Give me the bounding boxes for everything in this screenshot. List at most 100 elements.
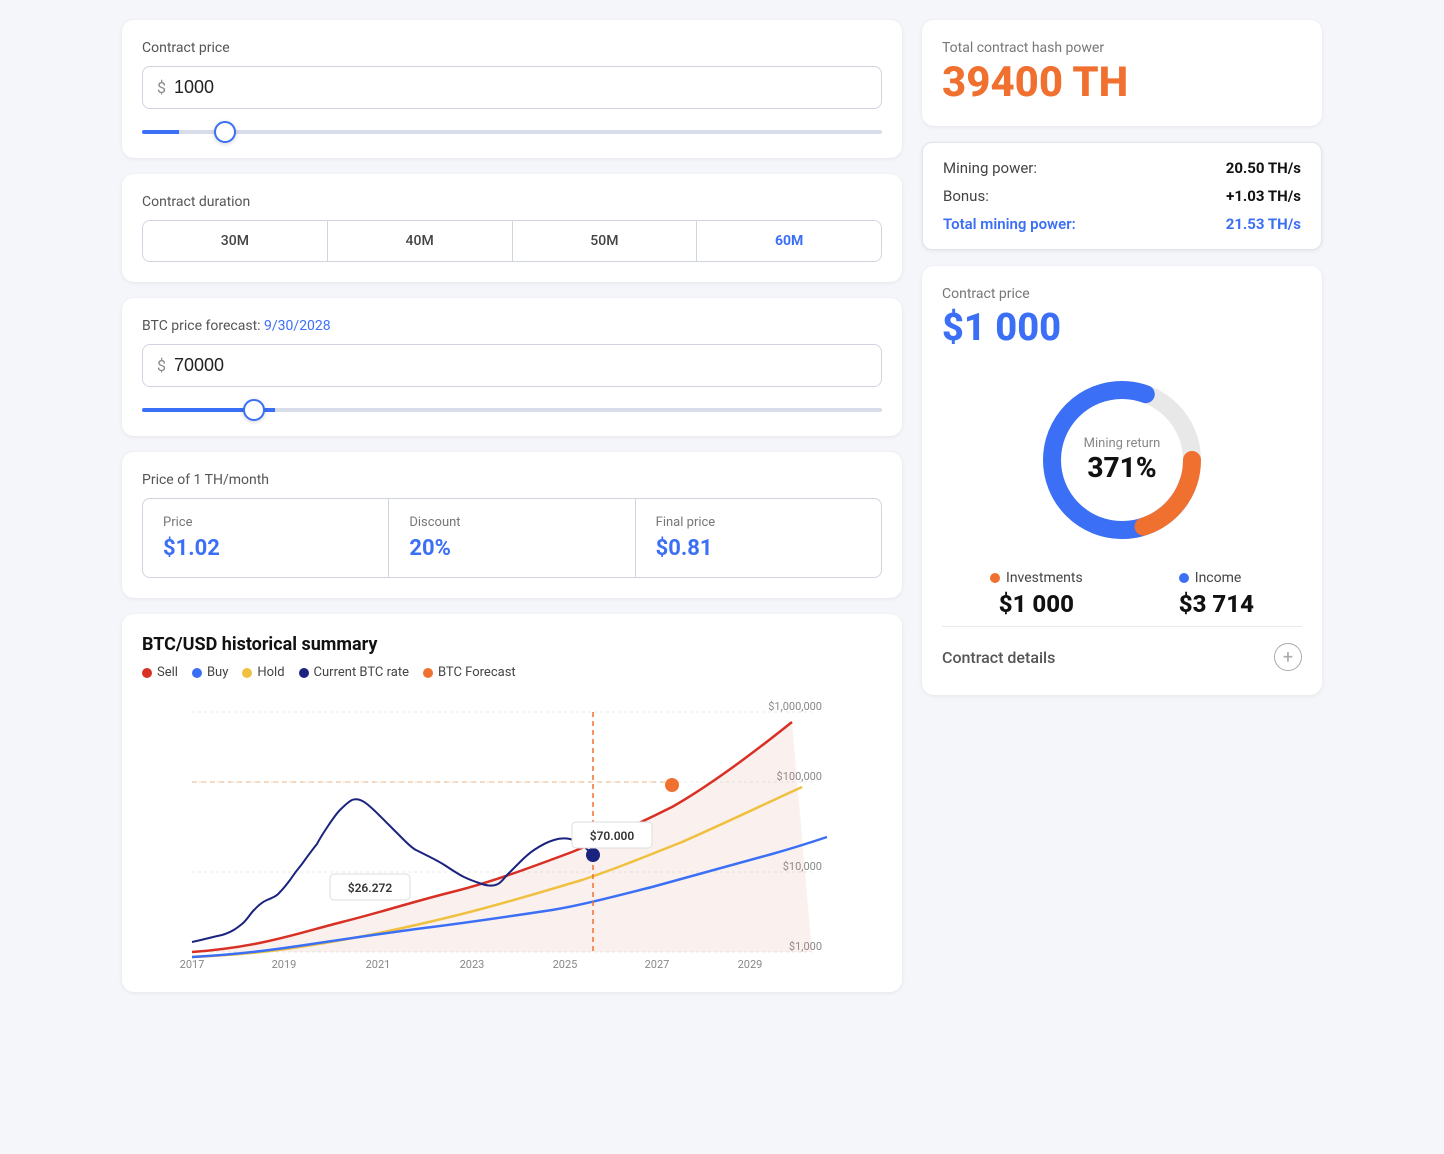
donut-center-label: Mining return xyxy=(1084,436,1161,451)
contract-duration-label: Contract duration xyxy=(142,194,882,210)
legend-btc-rate: Current BTC rate xyxy=(299,665,409,680)
right-panel: Total contract hash power 39400 TH Minin… xyxy=(922,20,1322,992)
btc-forecast-label: BTC price forecast: 9/30/2028 xyxy=(142,318,882,334)
invest-income-row: Investments $1 000 Income $3 714 xyxy=(942,570,1302,618)
chart-area: $1,000,000 $100,000 $10,000 $1,000 xyxy=(142,692,882,972)
price-th-card: Price of 1 TH/month Price $1.02 Discount… xyxy=(122,452,902,598)
contract-duration-card: Contract duration 30M 40M 50M 60M xyxy=(122,174,902,282)
donut-center-text: Mining return 371% xyxy=(1084,436,1161,484)
investments-label: Investments xyxy=(1006,570,1083,586)
duration-tabs: 30M 40M 50M 60M xyxy=(142,220,882,262)
contract-price-input[interactable] xyxy=(174,77,867,98)
price-value: $1.02 xyxy=(163,536,368,561)
btc-rate-dot xyxy=(299,668,309,678)
contract-price-right-label: Contract price xyxy=(942,286,1302,302)
contract-price-card: Contract price $ xyxy=(122,20,902,158)
price-cell-price: Price $1.02 xyxy=(143,499,389,577)
hash-power-value: 39400 TH xyxy=(942,60,1302,106)
discount-value: 20% xyxy=(409,536,614,561)
price-label: Price xyxy=(163,515,368,530)
contract-price-slider[interactable] xyxy=(142,130,882,134)
income-item: Income $3 714 xyxy=(1179,570,1254,618)
total-mining-value: 21.53 TH/s xyxy=(1226,215,1301,233)
bonus-value: +1.03 TH/s xyxy=(1226,187,1301,205)
discount-label: Discount xyxy=(409,515,614,530)
btc-currency-sign: $ xyxy=(157,356,166,375)
contract-price-right-value: $1 000 xyxy=(942,306,1302,350)
price-cell-discount: Discount 20% xyxy=(389,499,635,577)
contract-price-right-card: Contract price $1 000 Mining return 371% xyxy=(922,266,1322,695)
hash-power-label: Total contract hash power xyxy=(942,40,1302,56)
donut-center-value: 371% xyxy=(1084,451,1161,484)
mining-power-value: 20.50 TH/s xyxy=(1226,159,1301,177)
total-mining-label: Total mining power: xyxy=(943,215,1076,233)
tab-40m[interactable]: 40M xyxy=(328,221,513,261)
tab-60m[interactable]: 60M xyxy=(697,221,881,261)
investments-label-row: Investments xyxy=(990,570,1083,586)
legend-buy-label: Buy xyxy=(207,665,228,680)
main-container: Contract price $ Contract duration 30M 4… xyxy=(122,20,1322,992)
income-label-row: Income xyxy=(1179,570,1254,586)
chart-legend: Sell Buy Hold Current BTC rate BTC Forec… xyxy=(142,665,882,680)
total-mining-row: Total mining power: 21.53 TH/s xyxy=(943,215,1301,233)
btc-forecast-card: BTC price forecast: 9/30/2028 $ xyxy=(122,298,902,436)
donut-container: Mining return 371% xyxy=(942,360,1302,560)
income-dot xyxy=(1179,573,1189,583)
svg-text:2025: 2025 xyxy=(553,958,578,971)
svg-text:$26.272: $26.272 xyxy=(348,881,393,895)
svg-text:2019: 2019 xyxy=(272,958,297,971)
buy-dot xyxy=(192,668,202,678)
contract-details-row: Contract details + xyxy=(942,626,1302,675)
btc-price-slider[interactable] xyxy=(142,408,882,412)
legend-hold: Hold xyxy=(242,665,284,680)
investments-dot xyxy=(990,573,1000,583)
price-cell-final: Final price $0.81 xyxy=(636,499,881,577)
bonus-label: Bonus: xyxy=(943,187,989,205)
mining-power-label: Mining power: xyxy=(943,159,1037,177)
bonus-row: Bonus: +1.03 TH/s xyxy=(943,187,1301,205)
contract-details-expand-button[interactable]: + xyxy=(1274,643,1302,671)
svg-text:$70.000: $70.000 xyxy=(590,829,635,843)
investments-value: $1 000 xyxy=(990,590,1083,618)
contract-price-label: Contract price xyxy=(142,40,882,56)
investments-item: Investments $1 000 xyxy=(990,570,1083,618)
svg-text:2027: 2027 xyxy=(645,958,670,971)
mining-power-row: Mining power: 20.50 TH/s xyxy=(943,159,1301,177)
btc-price-input-wrapper: $ xyxy=(142,344,882,387)
svg-text:$1,000,000: $1,000,000 xyxy=(768,700,822,713)
sell-dot xyxy=(142,668,152,678)
legend-sell: Sell xyxy=(142,665,178,680)
btc-slider-wrapper xyxy=(142,397,882,416)
svg-text:2029: 2029 xyxy=(738,958,763,971)
legend-buy: Buy xyxy=(192,665,228,680)
chart-card: BTC/USD historical summary Sell Buy Hold… xyxy=(122,614,902,992)
contract-details-label: Contract details xyxy=(942,648,1055,667)
hash-power-card: Total contract hash power 39400 TH xyxy=(922,20,1322,126)
tab-50m[interactable]: 50M xyxy=(513,221,698,261)
contract-price-slider-wrapper xyxy=(142,119,882,138)
price-table: Price $1.02 Discount 20% Final price $0.… xyxy=(142,498,882,578)
chart-title: BTC/USD historical summary xyxy=(142,634,882,655)
hold-dot xyxy=(242,668,252,678)
svg-text:2023: 2023 xyxy=(460,958,485,971)
btc-price-input[interactable] xyxy=(174,355,867,376)
chart-svg: $1,000,000 $100,000 $10,000 $1,000 xyxy=(142,692,882,972)
tab-30m[interactable]: 30M xyxy=(143,221,328,261)
contract-price-input-wrapper: $ xyxy=(142,66,882,109)
legend-btc-forecast-label: BTC Forecast xyxy=(438,665,516,680)
final-price-label: Final price xyxy=(656,515,861,530)
price-th-label: Price of 1 TH/month xyxy=(142,472,882,488)
svg-text:2021: 2021 xyxy=(366,958,391,971)
svg-text:2017: 2017 xyxy=(180,958,205,971)
legend-btc-rate-label: Current BTC rate xyxy=(314,665,409,680)
btc-forecast-dot xyxy=(423,668,433,678)
currency-sign: $ xyxy=(157,78,166,97)
income-label: Income xyxy=(1195,570,1242,586)
btc-forecast-date-link[interactable]: 9/30/2028 xyxy=(264,318,331,334)
legend-btc-forecast: BTC Forecast xyxy=(423,665,516,680)
income-value: $3 714 xyxy=(1179,590,1254,618)
final-price-value: $0.81 xyxy=(656,536,861,561)
legend-sell-label: Sell xyxy=(157,665,178,680)
mining-info-card: Mining power: 20.50 TH/s Bonus: +1.03 TH… xyxy=(922,142,1322,250)
left-panel: Contract price $ Contract duration 30M 4… xyxy=(122,20,902,992)
